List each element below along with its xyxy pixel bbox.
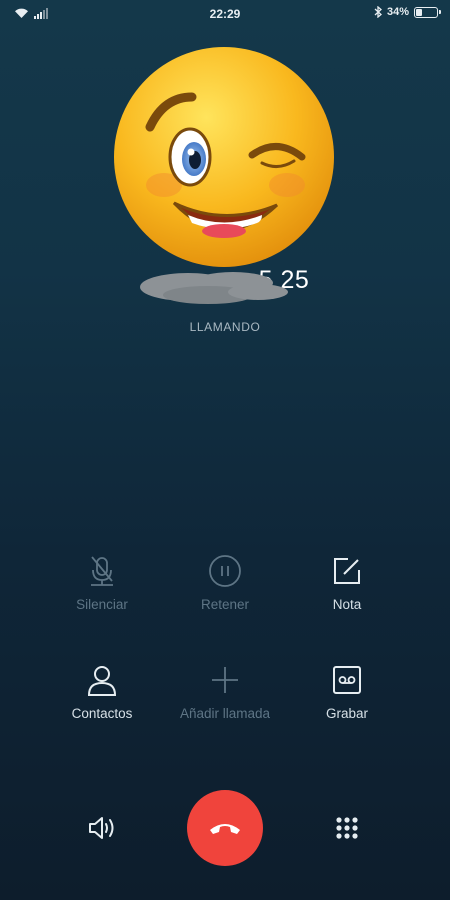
note-button[interactable]: Nota xyxy=(272,553,422,612)
mic-off-icon xyxy=(84,553,120,589)
status-bar: 22:29 34% xyxy=(0,0,450,28)
dialpad-button[interactable] xyxy=(327,808,367,848)
end-call-icon xyxy=(210,824,240,834)
plus-icon xyxy=(207,662,243,698)
battery-fill xyxy=(416,8,422,16)
redaction-scribble xyxy=(140,272,288,304)
battery-percent: 34% xyxy=(386,6,409,18)
status-right: 34% xyxy=(374,6,441,18)
caller-avatar xyxy=(112,45,337,270)
person-icon xyxy=(84,662,120,698)
speaker-button[interactable] xyxy=(82,808,122,848)
dialpad-icon xyxy=(336,817,358,839)
note-label: Nota xyxy=(332,597,362,612)
note-icon xyxy=(329,553,365,589)
bluetooth-icon xyxy=(374,6,382,18)
record-button[interactable]: Grabar xyxy=(272,662,422,721)
end-call-button[interactable] xyxy=(187,790,263,866)
speaker-icon xyxy=(89,817,114,839)
record-icon xyxy=(329,662,365,698)
record-label: Grabar xyxy=(325,706,369,721)
battery-icon xyxy=(414,6,441,18)
pause-icon xyxy=(207,553,243,589)
call-status: LLAMANDO xyxy=(189,320,261,334)
winking-smiley-icon xyxy=(114,47,334,267)
